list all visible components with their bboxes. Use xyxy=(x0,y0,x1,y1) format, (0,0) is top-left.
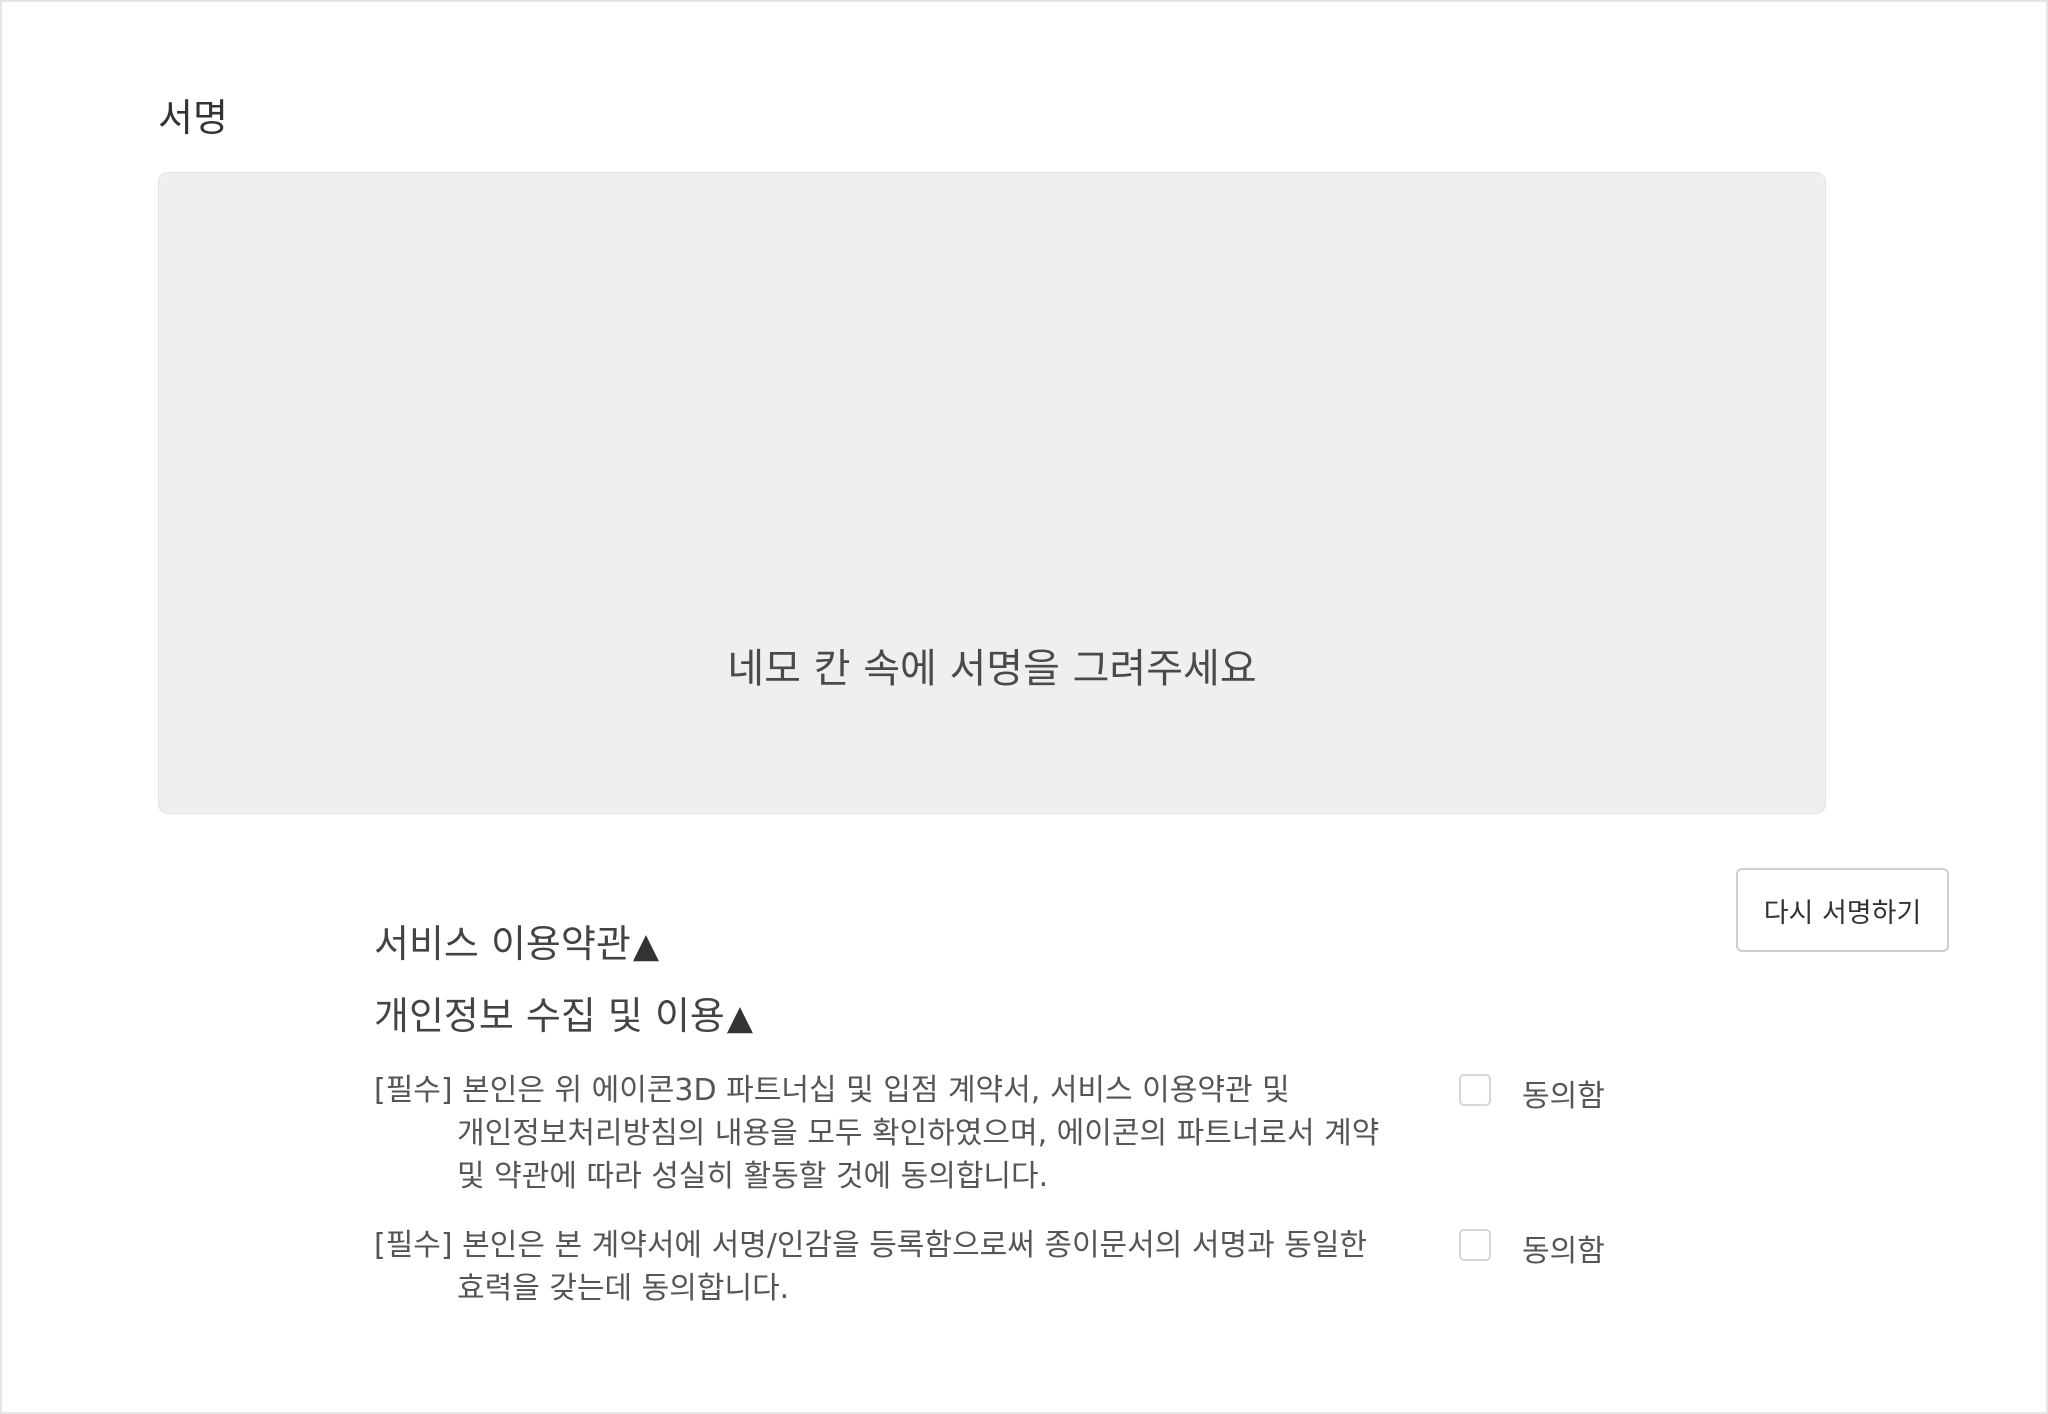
privacy-policy-label: 개인정보 수집 및 이용 xyxy=(374,994,725,1038)
triangle-up-icon: ▲ xyxy=(632,926,659,966)
agreement-line: 개인정보처리방침의 내용을 모두 확인하였으며, 에이콘의 파트너로서 계약 xyxy=(457,1116,1380,1151)
agree-checkbox-1[interactable] xyxy=(1459,1074,1491,1106)
terms-of-service-link[interactable]: 서비스 이용약관▲ xyxy=(374,918,659,972)
privacy-policy-link[interactable]: 개인정보 수집 및 이용▲ xyxy=(374,990,753,1044)
signature-pad[interactable]: 네모 칸 속에 서명을 그려주세요 다시 서명하기 xyxy=(158,172,1949,952)
agreement-line: 본인은 위 에이콘3D 파트너십 및 입점 계약서, 서비스 이용약관 및 xyxy=(462,1073,1290,1108)
resign-button[interactable]: 다시 서명하기 xyxy=(1736,868,1949,952)
agreement-text-2: [필수] 본인은 본 계약서에 서명/인감을 등록함으로써 종이문서의 서명과 … xyxy=(374,1224,1449,1310)
signature-hint: 네모 칸 속에 서명을 그려주세요 xyxy=(727,646,1257,692)
agree-label-2[interactable]: 동의함 xyxy=(1522,1230,1605,1273)
agree-label-1[interactable]: 동의함 xyxy=(1522,1075,1605,1118)
agreement-line: 및 약관에 따라 성실히 활동할 것에 동의합니다. xyxy=(457,1159,1049,1194)
terms-of-service-label: 서비스 이용약관 xyxy=(374,922,631,966)
agreement-text-1: [필수] 본인은 위 에이콘3D 파트너십 및 입점 계약서, 서비스 이용약관… xyxy=(374,1069,1449,1198)
agreement-line: 본인은 본 계약서에 서명/인감을 등록함으로써 종이문서의 서명과 동일한 xyxy=(462,1228,1368,1263)
agreement-line: 효력을 갖는데 동의합니다. xyxy=(457,1271,790,1306)
required-tag: [필수] xyxy=(374,1073,453,1108)
signature-title: 서명 xyxy=(158,96,228,140)
required-tag: [필수] xyxy=(374,1228,453,1263)
agree-checkbox-2[interactable] xyxy=(1459,1229,1491,1261)
triangle-up-icon: ▲ xyxy=(726,998,754,1038)
